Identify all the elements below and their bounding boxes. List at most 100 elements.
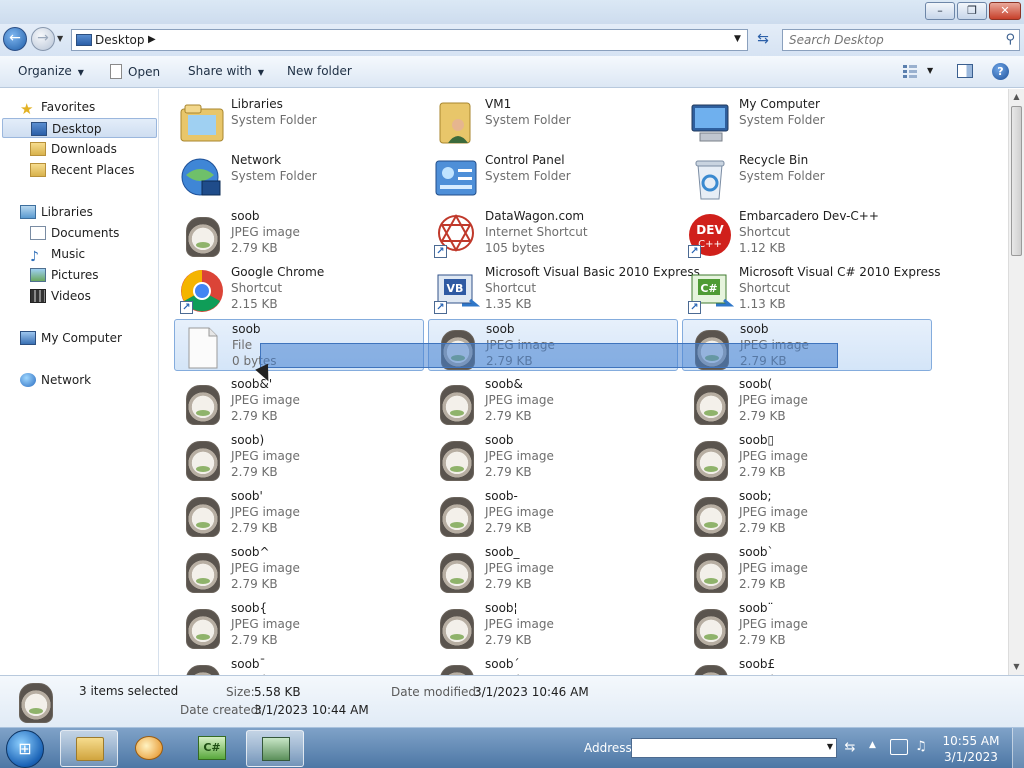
- shortcut-arrow-icon: ↗: [688, 301, 701, 314]
- breadcrumb-chevron-icon[interactable]: ▶: [148, 34, 156, 45]
- file-item[interactable]: ↗ DataWagon.com Internet Shortcut 105 bytes: [428, 207, 678, 259]
- file-item[interactable]: soob JPEG image 2.79 KB: [428, 431, 678, 483]
- jpeg-thumbnail-icon: [178, 547, 226, 595]
- scroll-down-icon[interactable]: ▼: [1009, 659, 1024, 675]
- file-item[interactable]: Network System Folder: [174, 151, 424, 203]
- file-list[interactable]: Libraries System Folder VM1 System Folder My…: [160, 89, 1008, 675]
- file-item[interactable]: soob JPEG image 2.79 KB: [174, 207, 424, 259]
- start-button[interactable]: ⊞: [6, 730, 44, 768]
- file-item[interactable]: soob) JPEG image 2.79 KB: [174, 431, 424, 483]
- nav-libraries[interactable]: Libraries: [20, 202, 93, 222]
- clock-date[interactable]: 3/1/2023: [937, 750, 1005, 764]
- share-with-button[interactable]: Share with ▼: [188, 64, 264, 78]
- clock-time[interactable]: 10:55 AM: [937, 734, 1005, 748]
- organize-button[interactable]: Organize ▼: [18, 64, 84, 78]
- back-button[interactable]: ←: [3, 27, 27, 51]
- address-dropdown-icon[interactable]: ▼: [734, 34, 741, 44]
- file-name: soob¦: [485, 601, 518, 615]
- file-item[interactable]: soob- JPEG image 2.79 KB: [428, 487, 678, 539]
- vertical-scrollbar[interactable]: ▲ ▼: [1008, 89, 1024, 675]
- address-toolbar-input[interactable]: [632, 739, 822, 757]
- file-item[interactable]: soob' JPEG image 2.79 KB: [174, 487, 424, 539]
- nav-documents[interactable]: Documents: [30, 223, 119, 243]
- file-item[interactable]: ↗ Google Chrome Shortcut 2.15 KB: [174, 263, 424, 315]
- file-item[interactable]: My Computer System Folder: [682, 95, 932, 147]
- file-item[interactable]: soob{JPEG image 2.79 KB: [174, 599, 424, 651]
- file-item[interactable]: soob&' JPEG image 2.79 KB: [174, 375, 424, 427]
- view-options-dropdown[interactable]: ▼: [927, 66, 933, 75]
- nav-pictures[interactable]: Pictures: [30, 265, 99, 285]
- file-size: 2.79 KB: [485, 577, 532, 591]
- network-tray-icon[interactable]: [890, 739, 908, 755]
- refresh-button[interactable]: ⇆: [751, 29, 775, 51]
- file-type: File: [232, 338, 253, 352]
- scroll-up-icon[interactable]: ▲: [1009, 89, 1024, 105]
- file-item[interactable]: Libraries System Folder: [174, 95, 424, 147]
- file-item[interactable]: soob& JPEG image 2.79 KB: [428, 375, 678, 427]
- nav-favorites[interactable]: ★ Favorites: [20, 97, 95, 117]
- address-toolbar-box[interactable]: ▼: [631, 738, 837, 758]
- go-icon[interactable]: ⇆: [840, 738, 860, 758]
- file-size: 2.79 KB: [231, 521, 278, 535]
- file-name: soob(: [739, 377, 773, 391]
- volume-icon[interactable]: ♫: [915, 739, 931, 755]
- file-size: 1.35 KB: [485, 297, 532, 311]
- file-type: JPEG image: [485, 393, 554, 407]
- file-item[interactable]: VB ↗ Microsoft Visual Basic 2010 Express Sh…: [428, 263, 700, 315]
- nav-downloads[interactable]: Downloads: [30, 139, 117, 159]
- nav-network[interactable]: Network: [20, 370, 91, 390]
- file-item[interactable]: soob; JPEG image 2.79 KB: [682, 487, 932, 539]
- open-button[interactable]: Open: [110, 64, 160, 79]
- preview-pane-icon[interactable]: [957, 64, 973, 78]
- taskbar-remote-desktop[interactable]: [246, 730, 304, 767]
- file-item[interactable]: soob¯JPEG image: [174, 655, 424, 675]
- taskbar-csharp-express[interactable]: C#: [183, 730, 241, 767]
- nav-my-computer[interactable]: My Computer: [20, 328, 122, 348]
- file-item[interactable]: soob` JPEG image 2.79 KB: [682, 543, 932, 595]
- file-item[interactable]: soob¨ JPEG image 2.79 KB: [682, 599, 932, 651]
- chevron-down-icon[interactable]: ▼: [827, 742, 833, 751]
- file-item[interactable]: VM1 System Folder: [428, 95, 678, 147]
- recent-pages-dropdown[interactable]: ▼: [57, 34, 63, 43]
- nav-desktop[interactable]: Desktop: [2, 118, 157, 138]
- file-item[interactable]: Control Panel System Folder: [428, 151, 678, 203]
- file-item[interactable]: soob(JPEG image 2.79 KB: [682, 375, 932, 427]
- close-button[interactable]: ✕: [989, 2, 1021, 20]
- search-icon[interactable]: ⚲: [1005, 32, 1015, 47]
- help-icon[interactable]: ?: [992, 63, 1009, 80]
- window-title-bar[interactable]: – ❐ ✕: [0, 0, 1024, 24]
- show-hidden-icons-icon[interactable]: ▲: [869, 740, 876, 750]
- change-view-icon[interactable]: [902, 64, 918, 78]
- file-item[interactable]: C# ↗ Microsoft Visual C# 2010 Express Short…: [682, 263, 941, 315]
- file-item[interactable]: soob´JPEG image: [428, 655, 678, 675]
- file-item[interactable]: soob_ JPEG image 2.79 KB: [428, 543, 678, 595]
- file-item[interactable]: Recycle Bin System Folder: [682, 151, 932, 203]
- file-item[interactable]: soob▯ JPEG image 2.79 KB: [682, 431, 932, 483]
- nav-music[interactable]: ♪ Music: [30, 244, 85, 264]
- selection-thumbnail: [14, 681, 58, 725]
- show-desktop-button[interactable]: [1012, 728, 1024, 768]
- nav-videos[interactable]: Videos: [30, 286, 91, 306]
- file-type: JPEG image: [231, 617, 300, 631]
- file-name: Microsoft Visual Basic 2010 Express: [485, 265, 700, 279]
- taskbar-media-player[interactable]: [120, 730, 178, 767]
- file-item[interactable]: DEV C++ ↗ Embarcadero Dev-C++ Shortcut 1.12 K…: [682, 207, 932, 259]
- new-folder-button[interactable]: New folder: [287, 64, 352, 78]
- nav-label: Libraries: [41, 205, 93, 219]
- file-item[interactable]: soob¦ JPEG image 2.79 KB: [428, 599, 678, 651]
- search-input[interactable]: [783, 30, 999, 50]
- file-item[interactable]: soob^ JPEG image 2.79 KB: [174, 543, 424, 595]
- file-item[interactable]: soob£JPEG image: [682, 655, 932, 675]
- search-box[interactable]: ⚲: [782, 29, 1020, 51]
- maximize-button[interactable]: ❐: [957, 2, 987, 20]
- breadcrumb-desktop[interactable]: Desktop: [95, 33, 145, 47]
- scroll-thumb[interactable]: [1011, 106, 1022, 256]
- forward-button[interactable]: →: [31, 27, 55, 51]
- taskbar-explorer[interactable]: [60, 730, 118, 767]
- address-row: ← → ▼ Desktop ▶ ▼ ⇆ ⚲: [0, 24, 1024, 56]
- nav-recent-places[interactable]: Recent Places: [30, 160, 134, 180]
- minimize-button[interactable]: –: [925, 2, 955, 20]
- address-bar[interactable]: Desktop ▶ ▼: [71, 29, 748, 51]
- face-thumbnail: [440, 553, 474, 593]
- file-name: soob: [486, 322, 515, 336]
